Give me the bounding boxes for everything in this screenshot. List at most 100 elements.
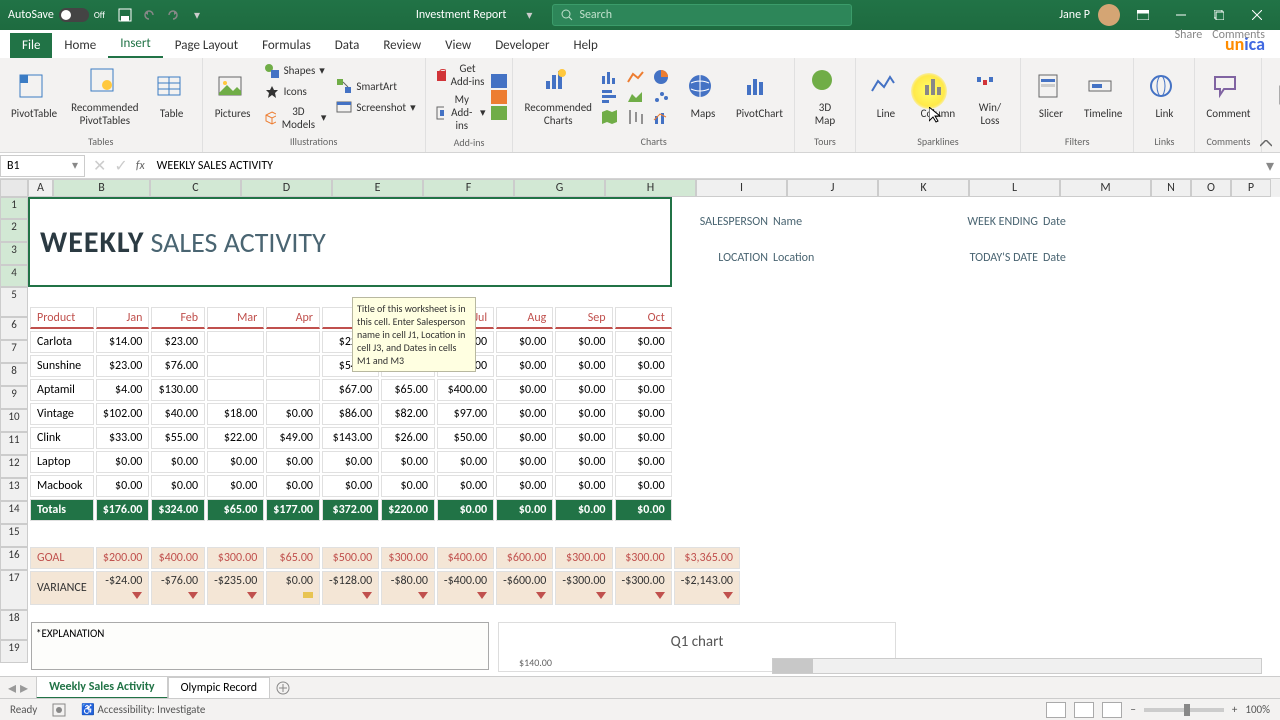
icons-button[interactable]: Icons <box>260 82 331 102</box>
bar-chart-icon[interactable] <box>600 88 620 106</box>
page-layout-view-icon[interactable] <box>1074 702 1094 718</box>
page-break-view-icon[interactable] <box>1102 702 1122 718</box>
select-all-corner[interactable] <box>0 179 28 197</box>
pictures-button[interactable]: Pictures <box>208 71 258 122</box>
recommended-pivot-button[interactable]: Recommended PivotTables <box>65 65 144 129</box>
row-header[interactable]: 16 <box>0 547 28 570</box>
close-icon[interactable] <box>1242 3 1272 27</box>
screenshot-button[interactable]: Screenshot▾ <box>332 97 419 117</box>
pivotchart-button[interactable]: PivotChart <box>730 71 789 122</box>
share-button[interactable]: Share <box>1175 28 1203 42</box>
row-header[interactable]: 13 <box>0 478 28 501</box>
undo-icon[interactable] <box>137 3 161 27</box>
shapes-button[interactable]: Shapes▾ <box>260 61 331 81</box>
my-addins-button[interactable]: My Add-ins▾ <box>431 91 490 134</box>
qat-dropdown-icon[interactable]: ▾ <box>185 3 209 27</box>
3dmap-button[interactable]: 3D Map <box>800 65 850 129</box>
col-header[interactable]: O <box>1191 179 1231 197</box>
col-header[interactable]: G <box>514 179 605 197</box>
ribbon-display-icon[interactable] <box>1128 3 1158 27</box>
explanation-box[interactable]: *EXPLANATION <box>31 622 489 670</box>
macro-record-icon[interactable] <box>52 703 66 717</box>
user-avatar[interactable] <box>1098 4 1120 26</box>
row-header[interactable]: 6 <box>0 317 28 340</box>
expand-formula-icon[interactable]: ▾ <box>1266 156 1280 176</box>
row-header[interactable]: 12 <box>0 455 28 478</box>
col-header[interactable]: F <box>423 179 514 197</box>
accessibility-status[interactable]: ♿ Accessibility: Investigate <box>81 703 205 716</box>
row-header[interactable]: 11 <box>0 432 28 455</box>
tab-nav-prev-icon[interactable]: ◂ <box>8 678 16 698</box>
formula-input[interactable]: WEEKLY SALES ACTIVITY <box>153 159 1258 173</box>
tab-nav-next-icon[interactable]: ▸ <box>20 678 28 698</box>
sparkline-winloss-button[interactable]: Win/ Loss <box>965 65 1015 129</box>
minimize-icon[interactable] <box>1166 3 1196 27</box>
column-chart-icon[interactable] <box>600 68 620 86</box>
row-header[interactable]: 2 <box>0 219 28 242</box>
horizontal-scrollbar[interactable] <box>772 658 1262 674</box>
sheet-tab-olympic[interactable]: Olympic Record <box>168 677 270 699</box>
bing-maps-icon[interactable] <box>491 74 507 88</box>
row-header[interactable]: 5 <box>0 287 28 317</box>
recommended-charts-button[interactable]: Recommended Charts <box>518 65 597 129</box>
col-header[interactable]: B <box>53 179 150 197</box>
row-header[interactable]: 9 <box>0 386 28 409</box>
sparkline-line-button[interactable]: Line <box>861 71 911 122</box>
search-box[interactable]: Search <box>552 4 852 26</box>
tab-pagelayout[interactable]: Page Layout <box>163 33 250 58</box>
zoom-slider[interactable] <box>1144 708 1224 712</box>
zoom-out-icon[interactable]: − <box>1130 703 1135 716</box>
stock-chart-icon[interactable] <box>626 108 646 126</box>
tab-home[interactable]: Home <box>52 33 108 58</box>
col-header[interactable]: D <box>241 179 332 197</box>
save-icon[interactable] <box>113 3 137 27</box>
tab-file[interactable]: File <box>10 33 52 58</box>
row-header[interactable]: 18 <box>0 610 28 640</box>
row-header[interactable]: 1 <box>0 197 28 219</box>
col-header[interactable]: A <box>28 179 53 197</box>
combo-chart-icon[interactable] <box>652 108 672 126</box>
row-header[interactable]: 14 <box>0 501 28 524</box>
col-header[interactable]: H <box>605 179 696 197</box>
tab-insert[interactable]: Insert <box>108 31 163 58</box>
tab-view[interactable]: View <box>433 33 483 58</box>
sheet-tab-weekly[interactable]: Weekly Sales Activity <box>36 676 168 699</box>
table-button[interactable]: Table <box>147 71 197 122</box>
zoom-level[interactable]: 100% <box>1245 703 1270 716</box>
map-chart-icon[interactable] <box>600 108 620 126</box>
pivottable-button[interactable]: PivotTable <box>5 71 63 122</box>
slicer-button[interactable]: Slicer <box>1026 71 1076 122</box>
col-header[interactable]: K <box>878 179 969 197</box>
autosave-toggle[interactable]: AutoSave Off <box>0 8 113 22</box>
row-header[interactable]: 4 <box>0 265 28 287</box>
tab-data[interactable]: Data <box>323 33 372 58</box>
col-header[interactable]: I <box>696 179 787 197</box>
col-header[interactable]: J <box>787 179 878 197</box>
col-header[interactable]: E <box>332 179 423 197</box>
area-chart-icon[interactable] <box>626 88 646 106</box>
scatter-chart-icon[interactable] <box>652 88 672 106</box>
row-header[interactable]: 15 <box>0 524 28 547</box>
row-header[interactable]: 3 <box>0 242 28 265</box>
smartart-button[interactable]: SmartArt <box>332 76 419 96</box>
timeline-button[interactable]: Timeline <box>1078 71 1128 122</box>
row-header[interactable]: 7 <box>0 340 28 363</box>
zoom-in-icon[interactable]: + <box>1232 703 1237 716</box>
tab-developer[interactable]: Developer <box>483 33 561 58</box>
comment-button[interactable]: Comment <box>1200 71 1256 122</box>
tab-help[interactable]: Help <box>561 33 609 58</box>
tab-formulas[interactable]: Formulas <box>250 33 323 58</box>
enter-icon[interactable]: ✓ <box>114 156 127 176</box>
col-header[interactable]: M <box>1060 179 1151 197</box>
cancel-icon[interactable]: ✕ <box>93 156 106 176</box>
worksheet-grid[interactable]: A B C D E F G H I J K L M N O P 1 2 3 4 … <box>0 179 1280 699</box>
col-header[interactable]: C <box>150 179 241 197</box>
row-header[interactable]: 19 <box>0 640 28 663</box>
line-chart-icon[interactable] <box>626 68 646 86</box>
pie-chart-icon[interactable] <box>652 68 672 86</box>
new-sheet-button[interactable] <box>270 679 296 697</box>
people-graph-icon[interactable] <box>491 90 507 104</box>
maps-button[interactable]: Maps <box>678 71 728 122</box>
col-header[interactable]: N <box>1151 179 1191 197</box>
normal-view-icon[interactable] <box>1046 702 1066 718</box>
